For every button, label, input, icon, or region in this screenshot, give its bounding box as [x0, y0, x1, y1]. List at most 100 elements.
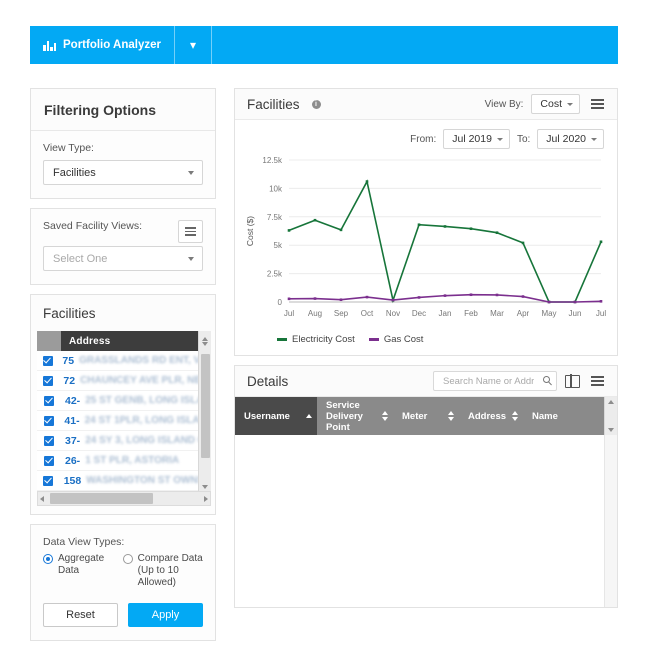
chevron-left-icon[interactable] [40, 495, 44, 502]
data-view-types-card: Data View Types: Aggregate Data Compare … [30, 524, 216, 641]
facility-row[interactable]: 41- 24 ST 1PLR, LONG ISLAND [37, 411, 211, 431]
column-header-meter[interactable]: Meter [393, 397, 459, 435]
legend-item[interactable]: Electricity Cost [277, 334, 355, 345]
legend-label: Gas Cost [383, 334, 424, 345]
hamburger-icon [591, 380, 604, 382]
view-type-label: View Type: [43, 142, 94, 154]
facility-checkbox[interactable] [37, 435, 61, 446]
chevron-down-icon[interactable] [608, 428, 614, 432]
saved-views-menu-button[interactable] [178, 220, 203, 243]
facility-checkbox[interactable] [37, 415, 60, 426]
sort-toggle-icon [382, 411, 388, 421]
info-icon[interactable]: i [311, 99, 321, 109]
facility-row[interactable]: 37- 24 SY 3, LONG ISLAND CI [37, 431, 211, 451]
facility-address: 24 SY 3, LONG ISLAND CI [85, 435, 208, 446]
saved-views-card: Saved Facility Views: Select One [30, 208, 216, 285]
column-header-label: Service Delivery Point [326, 399, 363, 433]
svg-text:Jul: Jul [284, 309, 294, 318]
radio-compare-data[interactable]: Compare Data (Up to 10 Allowed) [122, 553, 203, 589]
facility-row[interactable]: 72 CHAUNCEY AVE PLR, NEW R [37, 371, 211, 391]
facility-checkbox[interactable] [37, 475, 60, 486]
hamburger-icon [185, 230, 196, 233]
chart-menu-button[interactable] [588, 96, 607, 112]
radio-aggregate-label: Aggregate Data [58, 553, 105, 576]
details-title: Details [247, 373, 289, 389]
details-vertical-scrollbar[interactable] [604, 435, 617, 607]
from-label: From: [410, 133, 437, 145]
facilities-chart-title: Facilities [247, 96, 300, 112]
facility-address: GRASSLANDS RD ENT, VALHA [79, 355, 211, 366]
apply-button[interactable]: Apply [128, 603, 203, 627]
columns-icon[interactable] [565, 374, 580, 388]
column-header-name[interactable]: Name [523, 397, 590, 435]
to-date-select[interactable]: Jul 2020 [537, 129, 604, 149]
chevron-up-icon[interactable] [608, 400, 614, 404]
data-view-types-label: Data View Types: [43, 536, 125, 548]
chevron-down-icon[interactable] [202, 485, 208, 489]
column-header-label: Username [244, 410, 290, 422]
checkbox-checked-icon [44, 455, 54, 466]
from-date-value: Jul 2019 [452, 133, 492, 145]
details-table-header: Username Service Delivery Point Meter Addre… [235, 397, 617, 435]
facility-row[interactable]: 158 WASHINGTON ST OWNS, M [37, 471, 211, 491]
facility-checkbox[interactable] [37, 355, 58, 366]
facility-address: WASHINGTON ST OWNS, M [86, 475, 211, 486]
svg-text:12.5k: 12.5k [262, 156, 283, 165]
saved-views-select[interactable]: Select One [43, 246, 203, 271]
view-by-value: Cost [540, 98, 562, 110]
svg-text:Cost ($): Cost ($) [245, 216, 255, 246]
facility-checkbox[interactable] [37, 455, 61, 466]
facilities-list-title: Facilities [31, 295, 215, 331]
chart-svg: 0 2.5k 5k 7.5k 10k 12.5k Jul Aug Sep Oct Nov Dec Jan… [245, 156, 606, 318]
column-header-label: Address [468, 410, 507, 422]
main-content: Facilities i View By: Cost From: Jul 201… [234, 88, 618, 617]
column-header-service-delivery-point[interactable]: Service Delivery Point [317, 397, 393, 435]
facility-row[interactable]: 75 GRASSLANDS RD ENT, VALHA [37, 351, 211, 371]
svg-text:Aug: Aug [308, 309, 322, 318]
facility-number: 158 [63, 474, 82, 487]
facilities-list-card: Facilities Address 75 GRASSLANDS RD ENT, … [30, 294, 216, 515]
page-title: Filtering Options [31, 89, 215, 131]
facility-checkbox[interactable] [37, 375, 59, 386]
legend-item[interactable]: Gas Cost [368, 334, 424, 345]
details-menu-button[interactable] [588, 373, 607, 389]
chart-legend: Electricity Cost Gas Cost [235, 332, 617, 355]
facility-number: 37- [65, 434, 81, 447]
grid-scroll-arrows[interactable] [198, 331, 211, 351]
select-all-column[interactable] [37, 331, 61, 351]
details-header-scroll[interactable] [604, 397, 617, 435]
hamburger-icon [591, 99, 604, 101]
to-label: To: [516, 133, 531, 145]
scrollbar-thumb[interactable] [200, 354, 210, 458]
brand-button[interactable]: Portfolio Analyzer [30, 26, 175, 64]
column-header-label: Name [532, 410, 558, 422]
from-date-select[interactable]: Jul 2019 [443, 129, 510, 149]
facility-row[interactable]: 42- 25 ST GENB, LONG ISLAN [37, 391, 211, 411]
radio-aggregate-data[interactable]: Aggregate Data [43, 553, 114, 577]
search-input[interactable] [441, 374, 536, 388]
column-header-username[interactable]: Username [235, 397, 317, 435]
view-by-select[interactable]: Cost [531, 94, 580, 114]
facilities-horizontal-scrollbar[interactable] [37, 491, 211, 506]
facilities-vertical-scrollbar[interactable] [198, 351, 211, 491]
sort-toggle-icon [512, 411, 518, 421]
radio-compare-label: Compare Data [137, 553, 203, 564]
facility-number: 72 [63, 374, 76, 387]
details-search-box[interactable] [433, 371, 557, 391]
reset-button[interactable]: Reset [43, 603, 118, 627]
scrollbar-thumb[interactable] [50, 493, 153, 504]
chevron-down-icon [188, 256, 194, 261]
facility-checkbox[interactable] [37, 395, 61, 406]
column-header-address[interactable]: Address [61, 336, 198, 347]
svg-text:Mar: Mar [490, 309, 504, 318]
facilities-chart-panel: Facilities i View By: Cost From: Jul 201… [234, 88, 618, 356]
chevron-right-icon[interactable] [204, 495, 208, 502]
column-header-address[interactable]: Address [459, 397, 523, 435]
view-type-select[interactable]: Facilities [43, 160, 203, 185]
legend-swatch [368, 338, 379, 341]
sort-toggle-icon [448, 411, 454, 421]
date-range-row: From: Jul 2019 To: Jul 2020 [235, 120, 617, 152]
chevron-down-icon[interactable]: ▾ [175, 26, 212, 64]
to-date-value: Jul 2020 [546, 133, 586, 145]
facility-row[interactable]: 26- 1 ST PLR, ASTORIA [37, 451, 211, 471]
